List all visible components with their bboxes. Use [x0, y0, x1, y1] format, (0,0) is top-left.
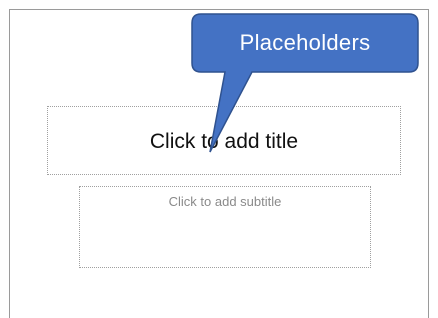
subtitle-placeholder[interactable]: Click to add subtitle [79, 186, 371, 268]
subtitle-placeholder-text: Click to add subtitle [168, 194, 282, 209]
callout-label: Placeholders [239, 30, 371, 55]
title-placeholder-text: Click to add title [149, 130, 299, 153]
slide-canvas: Click to add title Click to add subtitle… [0, 0, 438, 318]
title-placeholder[interactable]: Click to add title [47, 106, 401, 175]
